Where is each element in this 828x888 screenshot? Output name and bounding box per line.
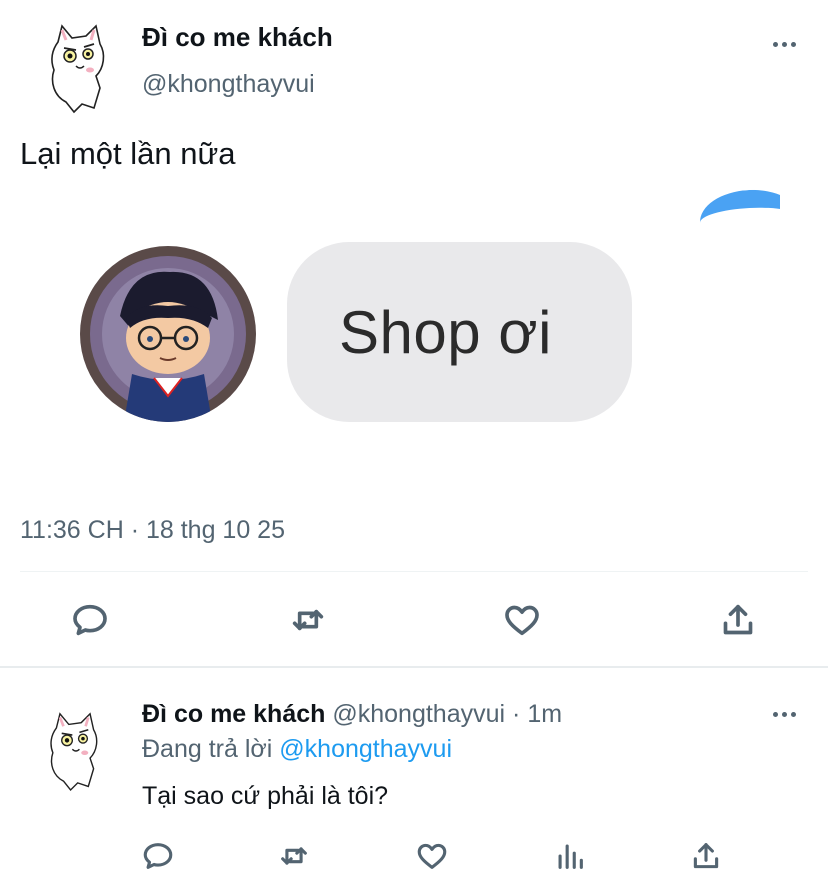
reply-reply-icon[interactable] <box>138 836 178 876</box>
reply-separator: · <box>512 700 521 728</box>
like-icon[interactable] <box>498 598 546 642</box>
reply-more-options-icon[interactable] <box>773 712 796 717</box>
author-handle[interactable]: @khongthayvui <box>142 70 315 99</box>
divider <box>20 571 808 572</box>
share-icon[interactable] <box>714 598 762 642</box>
reply-share-icon[interactable] <box>686 836 726 876</box>
reply-time[interactable]: 1m <box>527 700 562 728</box>
more-options-icon[interactable] <box>773 42 796 47</box>
message-bubble-text: Shop ơi <box>339 299 552 366</box>
reply-header: Đì co me khách @khongthayvui · 1m <box>142 700 562 729</box>
replying-to-prefix: Đang trả lời <box>142 735 273 763</box>
reply-retweet-icon[interactable] <box>274 836 314 876</box>
replying-to-line: Đang trả lời @khongthayvui <box>142 735 452 764</box>
message-bubble: Shop ơi <box>287 242 632 422</box>
retweet-icon[interactable] <box>284 598 332 642</box>
tweet-text: Lại một lần nữa <box>20 136 236 171</box>
reply-like-icon[interactable] <box>412 836 452 876</box>
replying-to-mention[interactable]: @khongthayvui <box>279 735 452 763</box>
reply-text: Tại sao cứ phải là tôi? <box>142 782 389 810</box>
contact-avatar <box>80 246 256 422</box>
reply-author-name[interactable]: Đì co me khách <box>142 700 325 728</box>
reply-author-handle[interactable]: @khongthayvui <box>332 700 505 728</box>
analytics-icon[interactable] <box>550 836 590 876</box>
reply-icon[interactable] <box>66 598 114 642</box>
section-divider <box>0 666 828 668</box>
reply-author-avatar[interactable] <box>44 708 106 794</box>
author-avatar[interactable] <box>44 22 114 114</box>
author-name[interactable]: Đì co me khách <box>142 22 333 53</box>
tweet-media[interactable]: Shop ơi <box>0 187 828 490</box>
tweet-timestamp[interactable]: 11:36 CH · 18 thg 10 25 <box>20 516 285 545</box>
